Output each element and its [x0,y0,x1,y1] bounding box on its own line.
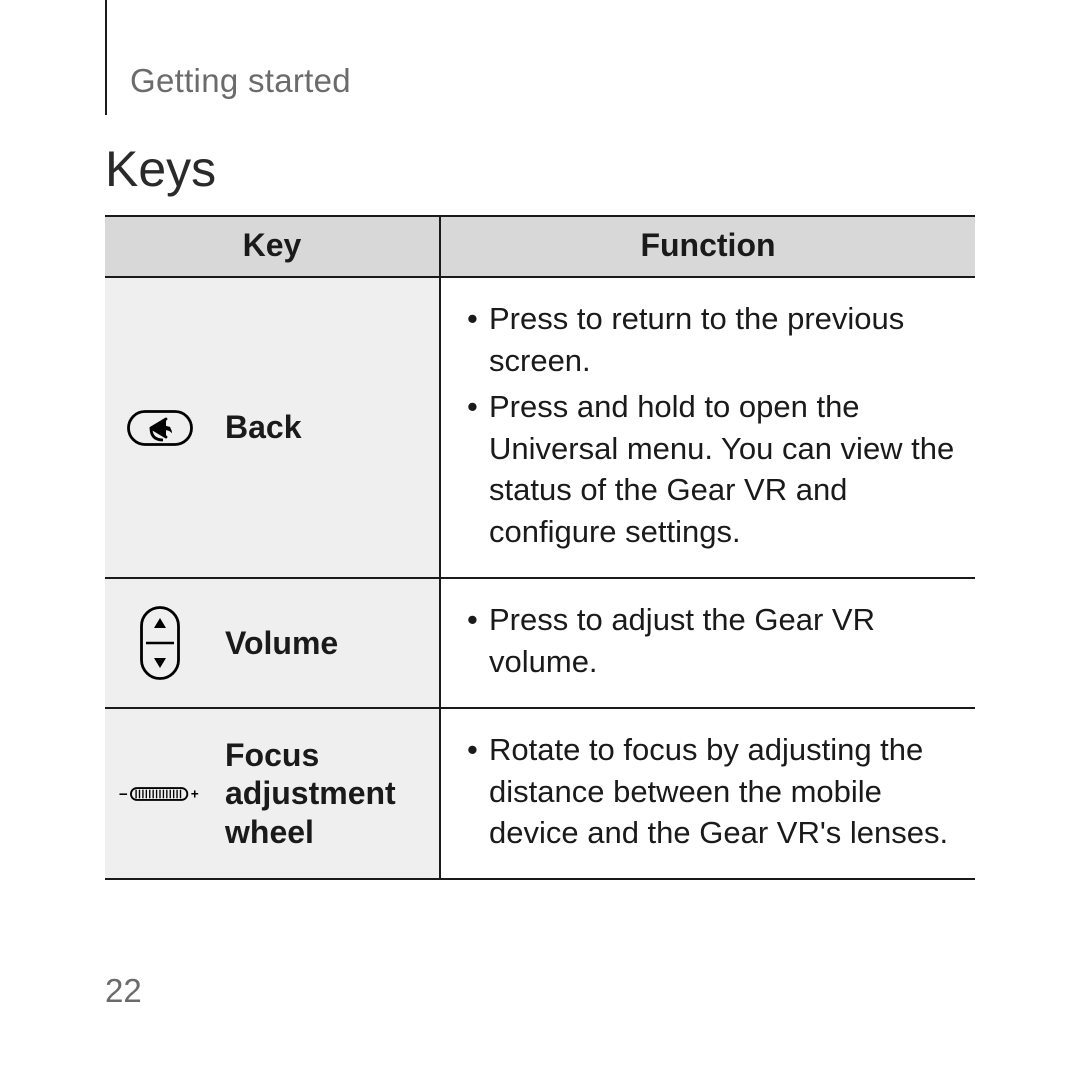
table-row: Back Press to return to the previous scr… [105,277,975,578]
page-heading: Keys [105,140,216,198]
key-name: Volume [225,624,338,662]
function-text: Press and hold to open the Universal men… [461,386,955,553]
function-text: Press to adjust the Gear VR volume. [461,599,955,683]
function-text: Press to return to the previous screen. [461,298,955,382]
table-row: Volume Press to adjust the Gear VR volum… [105,578,975,708]
column-header-function: Function [440,216,975,277]
key-name: Back [225,408,302,446]
key-name: Focus adjustment wheel [225,736,425,851]
volume-icon [119,606,201,680]
focus-wheel-icon: – + [119,782,201,806]
svg-text:–: – [119,785,128,802]
back-icon [119,410,201,446]
page-number: 22 [105,972,142,1010]
svg-text:+: + [191,786,199,801]
header-vertical-rule [105,0,107,115]
keys-table: Key Function [105,215,975,880]
table-row: – + [105,708,975,880]
table-header-row: Key Function [105,216,975,277]
section-label: Getting started [130,62,351,100]
column-header-key: Key [105,216,440,277]
function-text: Rotate to focus by adjusting the distanc… [461,729,955,855]
